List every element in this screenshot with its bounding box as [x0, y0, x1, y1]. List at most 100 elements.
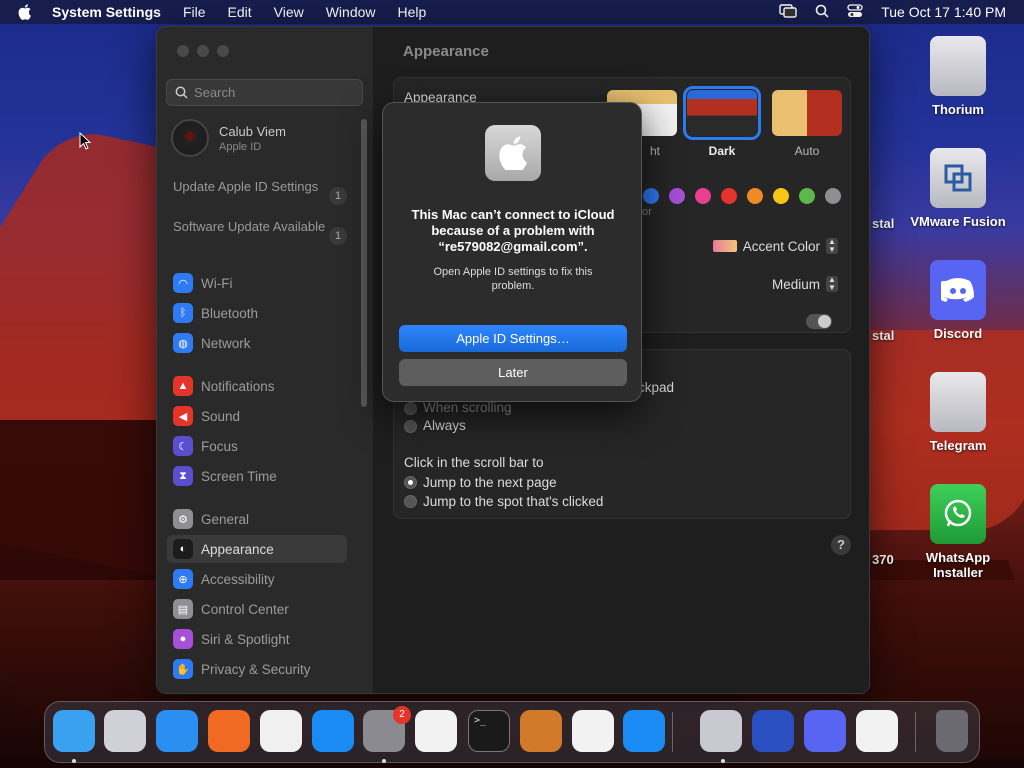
search-placeholder: Search [194, 85, 236, 100]
vmware-fusion-icon[interactable] [856, 710, 898, 752]
theme-dark-thumb[interactable] [683, 86, 761, 140]
sidebar-item-privacy-security[interactable]: ✋ Privacy & Security [167, 655, 347, 683]
sidebar-item-label: Sound [201, 408, 241, 424]
sidebar-scrollbar[interactable] [361, 119, 367, 407]
when-scrolling-label: When scrolling [423, 400, 512, 415]
vmware-icon[interactable] [623, 710, 665, 752]
trash-icon[interactable] [936, 710, 968, 752]
radio-when-scrolling[interactable] [404, 402, 417, 415]
jump-spot-label: Jump to the spot that's clicked [423, 494, 604, 509]
desktop-icon-thorium[interactable]: Thorium [908, 36, 1008, 117]
sidebar-item-label: Appearance [201, 541, 274, 557]
sidebar-item-network[interactable]: ◍ Network [167, 329, 347, 357]
avatar [171, 119, 209, 157]
control-center-icon[interactable] [847, 3, 863, 21]
highlight-color-select[interactable]: Accent Color ▲ ▼ [712, 238, 838, 254]
siri-icon: ● [173, 629, 193, 649]
sidebar-item-appearance[interactable]: ◐ Appearance [167, 535, 347, 563]
menu-file[interactable]: File [183, 4, 206, 20]
accent-color-swatch[interactable] [799, 188, 815, 204]
radio-always[interactable] [404, 420, 417, 433]
sidebar-icon-size-select[interactable]: Medium ▲ ▼ [772, 276, 838, 292]
app-name-menu[interactable]: System Settings [52, 4, 161, 20]
desktop-icon-whatsapp-installer[interactable]: WhatsApp Installer [908, 484, 1008, 580]
theme-label: Auto [794, 144, 820, 158]
sidebar-item-label: Privacy & Security [201, 661, 311, 677]
drive-icon [930, 36, 986, 96]
apple-id-user[interactable]: Calub Viem Apple ID [171, 119, 286, 157]
sidebar-item-label: Network [201, 335, 251, 351]
software-update-available[interactable]: Software Update Available 1 [173, 219, 353, 245]
icloud-alert-dialog: This Mac can’t connect to iCloud because… [382, 102, 642, 402]
sidebar-item-general[interactable]: ⚙ General [167, 505, 347, 533]
sidebar-item-label: Wi-Fi [201, 275, 233, 291]
accent-color-swatch[interactable] [669, 188, 685, 204]
radio-jump-spot[interactable] [404, 495, 417, 508]
sidebar-item-siri-spotlight[interactable]: ● Siri & Spotlight [167, 625, 347, 653]
accent-color-swatch[interactable] [643, 188, 659, 204]
desktop-icon-vmware-fusion[interactable]: VMware Fusion [908, 148, 1008, 229]
sidebar-item-focus[interactable]: ☾ Focus [167, 432, 347, 460]
sidebar-item-sound[interactable]: ◀ Sound [167, 402, 347, 430]
launchpad-icon[interactable] [104, 710, 146, 752]
screen-icon[interactable] [752, 710, 794, 752]
close-button[interactable] [177, 45, 189, 57]
spotlight-search-icon[interactable] [815, 4, 829, 21]
accent-color-swatch[interactable] [773, 188, 789, 204]
menu-clock[interactable]: Tue Oct 17 1:40 PM [881, 4, 1006, 20]
desktop-icon-label: VMware Fusion [910, 214, 1006, 229]
screen-mirroring-icon[interactable] [779, 3, 797, 21]
update-label: Update Apple ID Settings [173, 179, 319, 194]
installer-icon[interactable] [700, 710, 742, 752]
accent-color-swatch[interactable] [695, 188, 711, 204]
menu-view[interactable]: View [274, 4, 304, 20]
vscode-icon[interactable] [572, 710, 614, 752]
bell-icon: ▲ [173, 376, 193, 396]
sidebar-item-wi-fi[interactable]: ◠ Wi-Fi [167, 269, 347, 297]
menu-window[interactable]: Window [326, 4, 376, 20]
sidebar-item-label: General [201, 511, 250, 527]
sidebar-item-control-center[interactable]: ▤ Control Center [167, 595, 347, 623]
radio-jump-next-page[interactable] [404, 476, 417, 489]
wallpaper-tinting-toggle[interactable] [806, 314, 832, 329]
app-store-icon[interactable] [312, 710, 354, 752]
bluetooth-icon: ᛒ [173, 303, 193, 323]
chrome-icon[interactable] [260, 710, 302, 752]
sidebar-item-screen-time[interactable]: ⧗ Screen Time [167, 462, 347, 490]
search-field[interactable]: Search [166, 79, 363, 106]
discord-icon[interactable] [804, 710, 846, 752]
globe-icon: ◍ [173, 333, 193, 353]
desktop-icon-discord[interactable]: Discord [908, 260, 1008, 341]
accent-color-swatch[interactable] [747, 188, 763, 204]
sidebar-item-label: Bluetooth [201, 305, 259, 321]
later-button[interactable]: Later [399, 359, 627, 386]
count-badge: 1 [329, 227, 347, 245]
search-icon [175, 86, 188, 99]
accent-color-swatch[interactable] [721, 188, 737, 204]
terminal-icon[interactable]: >_ [468, 710, 510, 752]
desktop-icon-telegram[interactable]: Telegram [908, 372, 1008, 453]
sidebar-item-accessibility[interactable]: ⊕ Accessibility [167, 565, 347, 593]
minimize-button[interactable] [197, 45, 209, 57]
speaker-icon: ◀ [173, 406, 193, 426]
apple-menu-icon[interactable] [18, 4, 34, 20]
menu-edit[interactable]: Edit [228, 4, 252, 20]
menu-help[interactable]: Help [398, 4, 427, 20]
sidebar-item-label: Focus [201, 438, 238, 454]
count-badge: 1 [329, 187, 347, 205]
safari-icon[interactable] [156, 710, 198, 752]
theme-auto-thumb[interactable] [772, 90, 842, 136]
finder-icon[interactable] [53, 710, 95, 752]
apple-id-settings-button[interactable]: Apple ID Settings… [399, 325, 627, 352]
sidebar-item-notifications[interactable]: ▲ Notifications [167, 372, 347, 400]
accent-color-swatch[interactable] [825, 188, 841, 204]
firefox-icon[interactable] [208, 710, 250, 752]
running-indicator [382, 759, 386, 763]
sidebar-item-bluetooth[interactable]: ᛒ Bluetooth [167, 299, 347, 327]
zoom-button[interactable] [217, 45, 229, 57]
textedit-icon[interactable] [415, 710, 457, 752]
help-button[interactable]: ? [831, 535, 851, 555]
update-apple-id-settings[interactable]: Update Apple ID Settings 1 [173, 179, 353, 205]
desktop-icon-label: Thorium [932, 102, 984, 117]
guitar-icon[interactable] [520, 710, 562, 752]
